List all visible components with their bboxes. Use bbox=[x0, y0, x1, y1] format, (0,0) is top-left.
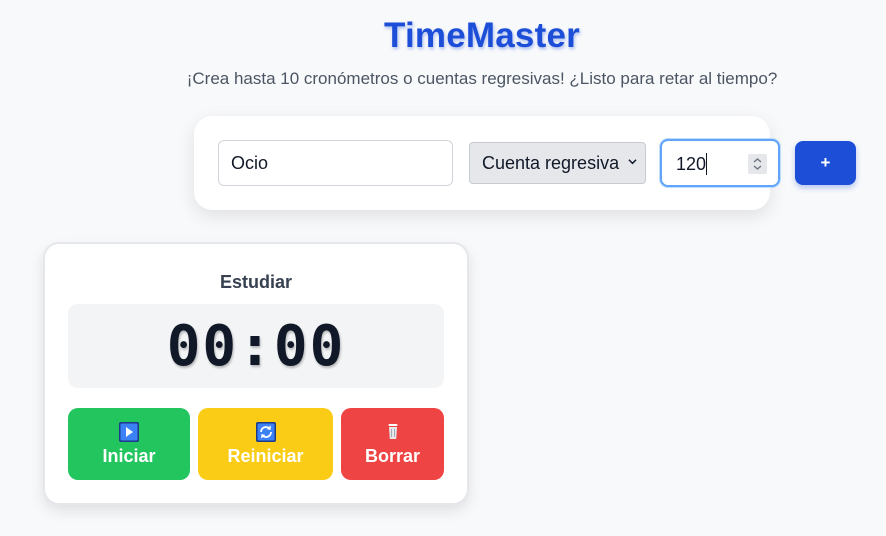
time-seconds-value: 120 bbox=[676, 154, 707, 174]
delete-label: Borrar bbox=[364, 445, 421, 466]
reset-label: Reiniciar bbox=[227, 445, 304, 466]
timer-display: 00:00 bbox=[68, 304, 444, 388]
number-spinner-icon[interactable] bbox=[748, 154, 767, 174]
play-icon bbox=[119, 421, 139, 442]
add-timer-button[interactable]: + bbox=[795, 141, 856, 185]
app-title: TimeMaster bbox=[384, 16, 580, 55]
app-subtitle: ¡Crea hasta 10 cronómetros o cuentas reg… bbox=[186, 69, 778, 88]
timer-name-input[interactable] bbox=[218, 140, 453, 186]
start-button[interactable]: Iniciar bbox=[68, 408, 190, 480]
chevron-down-icon bbox=[628, 159, 637, 165]
timer-type-select[interactable]: Cuenta regresiva bbox=[469, 142, 646, 184]
start-label: Iniciar bbox=[102, 445, 156, 466]
timer-name: Estudiar bbox=[219, 272, 293, 292]
reset-button[interactable]: Reiniciar bbox=[198, 408, 333, 480]
trash-icon bbox=[388, 423, 397, 439]
time-seconds-input[interactable]: 120 bbox=[660, 139, 780, 187]
timer-type-selected: Cuenta regresiva bbox=[482, 152, 620, 173]
text-caret bbox=[706, 153, 707, 175]
delete-button[interactable]: Borrar bbox=[341, 408, 444, 480]
refresh-icon bbox=[255, 421, 276, 442]
